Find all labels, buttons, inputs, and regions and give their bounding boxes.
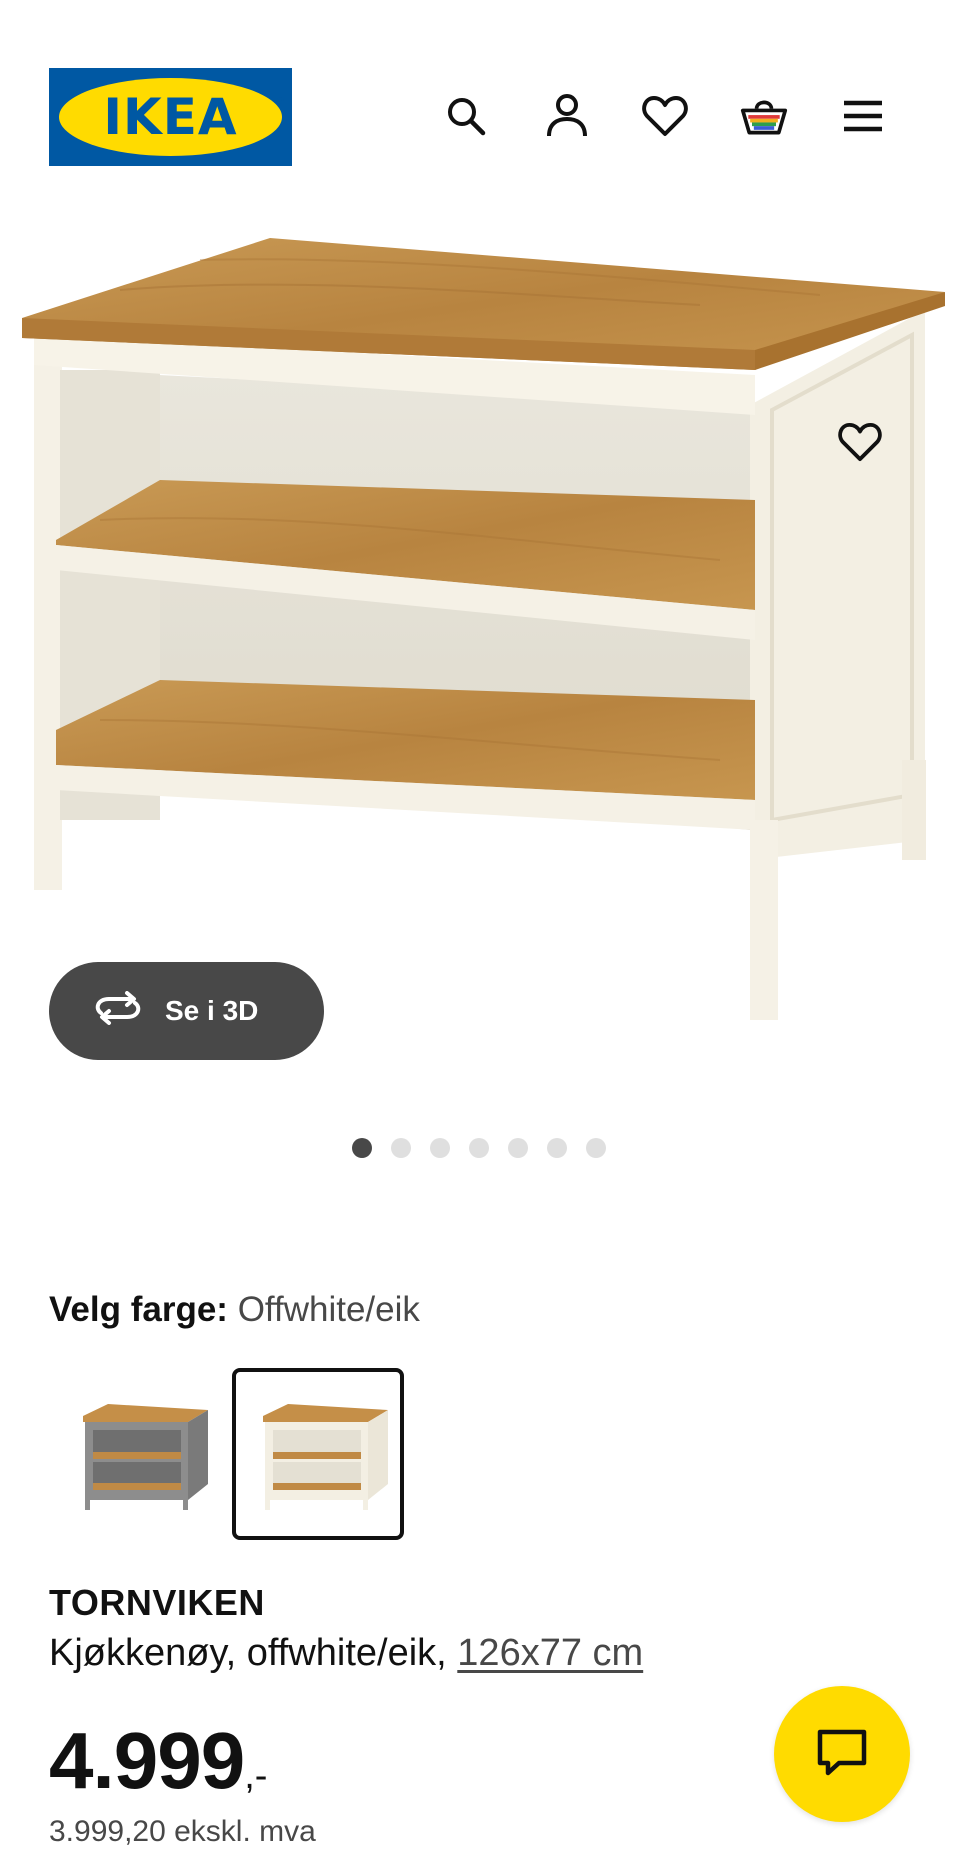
price-main: 4.999 bbox=[49, 1716, 245, 1805]
search-icon[interactable] bbox=[442, 92, 490, 140]
registered-mark: ® bbox=[276, 96, 284, 107]
price-excluding-vat: 3.999,20 ekskl. mva bbox=[49, 1815, 316, 1848]
color-label-key: Velg farge: bbox=[49, 1290, 228, 1329]
color-option-offwhite[interactable] bbox=[232, 1368, 404, 1540]
chat-button[interactable] bbox=[774, 1686, 910, 1822]
product-description: Kjøkkenøy, offwhite/eik, 126x77 cm bbox=[49, 1632, 643, 1675]
menu-icon[interactable] bbox=[839, 92, 887, 140]
view-in-3d-button[interactable]: Se i 3D bbox=[49, 962, 324, 1060]
product-dimensions-link[interactable]: 126x77 cm bbox=[457, 1632, 643, 1674]
carousel-indicator bbox=[352, 1138, 606, 1158]
product-price: 4.999,- bbox=[49, 1715, 267, 1807]
logo-text: IKEA bbox=[103, 88, 238, 146]
carousel-dot[interactable] bbox=[352, 1138, 372, 1158]
offwhite-island-thumbnail bbox=[263, 1404, 388, 1510]
carousel-dot[interactable] bbox=[586, 1138, 606, 1158]
view-in-3d-label: Se i 3D bbox=[165, 995, 259, 1026]
rotate-3d-icon bbox=[93, 990, 143, 1032]
chat-icon bbox=[815, 1727, 869, 1782]
carousel-dot[interactable] bbox=[391, 1138, 411, 1158]
ikea-logo[interactable]: IKEA ® bbox=[49, 68, 292, 166]
cart-icon[interactable] bbox=[740, 92, 788, 140]
product-name: TORNVIKEN bbox=[49, 1582, 265, 1623]
wishlist-icon[interactable] bbox=[641, 92, 689, 140]
carousel-dot[interactable] bbox=[547, 1138, 567, 1158]
carousel-dot[interactable] bbox=[469, 1138, 489, 1158]
color-label-value: Offwhite/eik bbox=[237, 1290, 420, 1329]
grey-island-thumbnail bbox=[83, 1404, 208, 1510]
color-option-grey[interactable] bbox=[52, 1368, 224, 1540]
color-selector-label: Velg farge: Offwhite/eik bbox=[49, 1290, 420, 1330]
account-icon[interactable] bbox=[543, 92, 591, 140]
product-type-text: Kjøkkenøy, offwhite/eik, bbox=[49, 1632, 458, 1674]
site-header: IKEA ® bbox=[0, 0, 960, 200]
carousel-dot[interactable] bbox=[508, 1138, 528, 1158]
carousel-dot[interactable] bbox=[430, 1138, 450, 1158]
price-suffix: ,- bbox=[244, 1755, 268, 1797]
add-to-favourites-icon[interactable] bbox=[836, 418, 884, 466]
